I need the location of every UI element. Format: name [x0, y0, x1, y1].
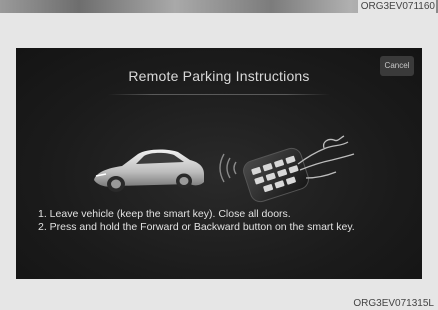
- instructions-text: 1. Leave vehicle (keep the smart key). C…: [38, 208, 410, 233]
- car-and-smart-key-illustration: [94, 135, 355, 203]
- smart-key-icon: [243, 147, 309, 203]
- car-icon: [94, 149, 204, 192]
- signal-waves-icon: [219, 153, 237, 183]
- instruction-step-2: 2. Press and hold the Forward or Backwar…: [38, 220, 355, 233]
- remote-parking-screen: Remote Parking Instructions Cancel 1. Le…: [16, 48, 422, 279]
- previous-figure-code: ORG3EV071160: [357, 0, 436, 13]
- cancel-button[interactable]: Cancel: [380, 56, 414, 76]
- figure-code: ORG3EV071315L: [353, 298, 434, 309]
- page-title: Remote Parking Instructions: [128, 68, 310, 84]
- instruction-step-1: 1. Leave vehicle (keep the smart key). C…: [38, 208, 291, 220]
- title-divider: [108, 94, 330, 95]
